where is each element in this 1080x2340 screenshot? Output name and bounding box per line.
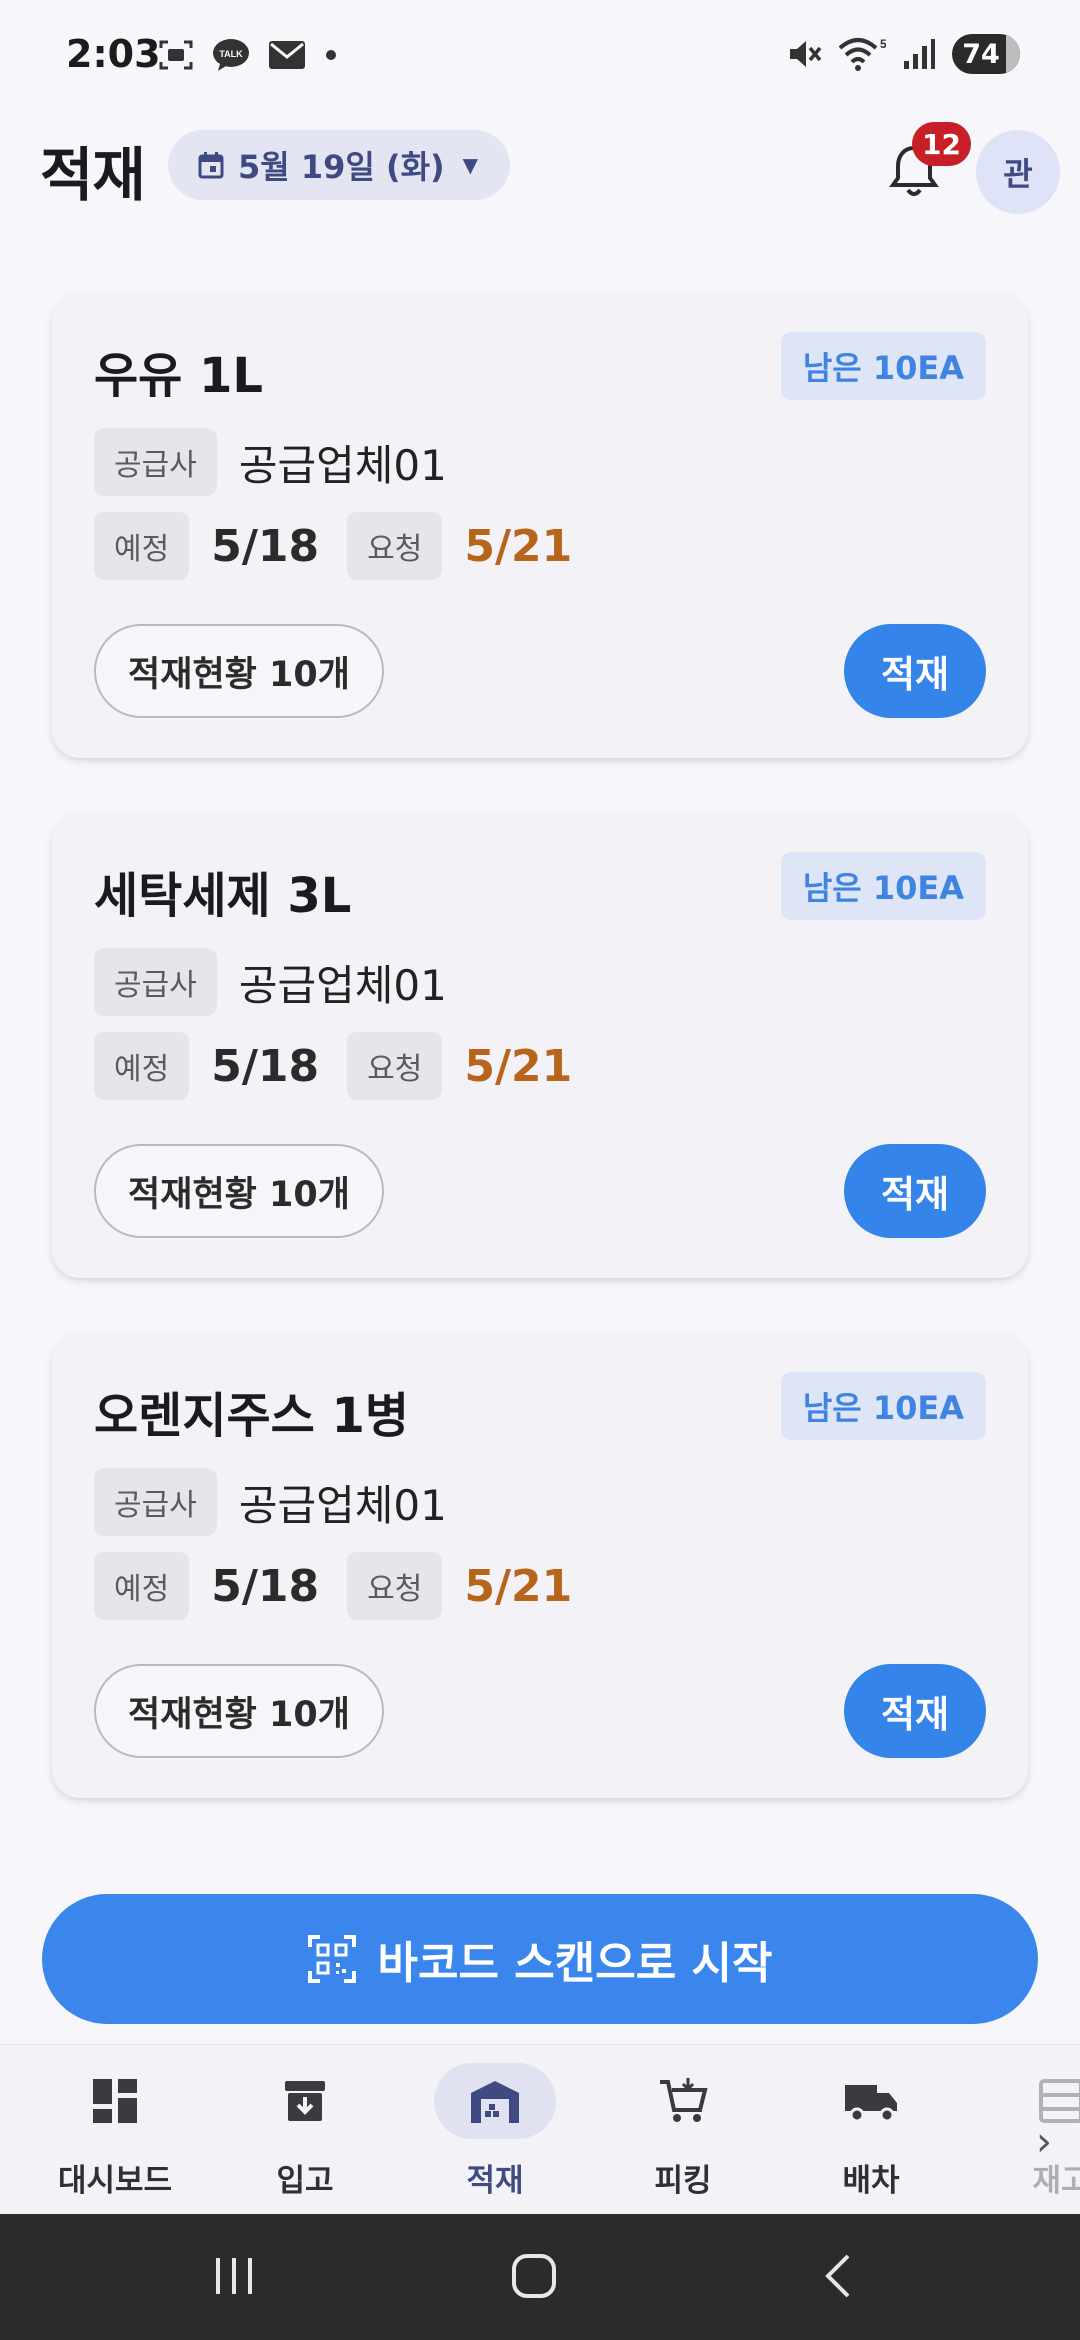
date-selector[interactable]: 5월 19일 (화) ▼ bbox=[168, 130, 510, 200]
qr-code-icon bbox=[307, 1935, 356, 1983]
remain-badge: 남은 10EA bbox=[780, 1372, 986, 1440]
load-button[interactable]: 적재 bbox=[844, 1144, 986, 1238]
item-name: 세탁세제 3L bbox=[94, 868, 352, 924]
inventory-icon bbox=[1039, 2079, 1080, 2123]
load-button[interactable]: 적재 bbox=[844, 624, 986, 718]
barcode-scan-button[interactable]: 바코드 스캔으로 시작 bbox=[42, 1894, 1038, 2024]
date-row: 예정 5/18 요청 5/21 bbox=[94, 512, 572, 580]
load-button[interactable]: 적재 bbox=[844, 1664, 986, 1758]
load-status-button[interactable]: 적재현황 10개 bbox=[94, 1664, 384, 1758]
dot-icon bbox=[326, 50, 336, 60]
supplier-row: 공급사 공급업체01 bbox=[94, 1468, 447, 1536]
nav-label: 적재 bbox=[466, 2163, 524, 2199]
barcode-scan-label: 바코드 스캔으로 시작 bbox=[377, 1938, 773, 1989]
request-tag: 요청 bbox=[347, 1552, 443, 1620]
home-icon[interactable] bbox=[510, 2252, 558, 2300]
kakaotalk-icon: TALK bbox=[213, 39, 249, 71]
status-time: 2:03 bbox=[66, 32, 161, 76]
nav-item-picking[interactable]: 피킹 bbox=[588, 2045, 778, 2215]
scheduled-tag: 예정 bbox=[94, 1032, 190, 1100]
scheduled-tag: 예정 bbox=[94, 512, 190, 580]
nav-label: 피킹 bbox=[654, 2163, 712, 2199]
supplier-name: 공급업체01 bbox=[238, 440, 447, 490]
load-status-button[interactable]: 적재현황 10개 bbox=[94, 624, 384, 718]
date-row: 예정 5/18 요청 5/21 bbox=[94, 1552, 572, 1620]
cart-icon bbox=[660, 2078, 708, 2122]
supplier-name: 공급업체01 bbox=[238, 1480, 447, 1530]
date-label: 5월 19일 (화) bbox=[238, 148, 445, 186]
request-tag: 요청 bbox=[347, 1032, 443, 1100]
request-date: 5/21 bbox=[464, 520, 573, 572]
nav-item-loading[interactable]: 적재 bbox=[400, 2045, 590, 2215]
bottom-navigation: 대시보드 입고 적재 피킹 배차 재고 › bbox=[0, 2044, 1080, 2214]
date-row: 예정 5/18 요청 5/21 bbox=[94, 1032, 572, 1100]
request-tag: 요청 bbox=[347, 512, 443, 580]
mail-icon bbox=[269, 41, 305, 69]
status-left-icons: TALK bbox=[158, 38, 338, 72]
load-status-button[interactable]: 적재현황 10개 bbox=[94, 1144, 384, 1238]
truck-icon bbox=[845, 2085, 897, 2123]
warehouse-icon bbox=[471, 2081, 519, 2123]
page-title: 적재 bbox=[40, 141, 146, 209]
wifi-icon: 5 bbox=[838, 37, 886, 71]
supplier-tag: 공급사 bbox=[94, 1468, 217, 1536]
item-name: 오렌지주스 1병 bbox=[94, 1388, 410, 1444]
item-card: 세탁세제 3L 남은 10EA 공급사 공급업체01 예정 5/18 요청 5/… bbox=[52, 814, 1028, 1278]
supplier-row: 공급사 공급업체01 bbox=[94, 948, 447, 1016]
nav-item-inventory[interactable]: 재고 bbox=[966, 2045, 1080, 2215]
remain-badge: 남은 10EA bbox=[780, 852, 986, 920]
nav-item-inbound[interactable]: 입고 bbox=[210, 2045, 400, 2215]
inbox-icon bbox=[285, 2081, 325, 2121]
supplier-name: 공급업체01 bbox=[238, 960, 447, 1010]
system-navigation-bar bbox=[0, 2214, 1080, 2340]
chevron-down-icon: ▼ bbox=[462, 153, 479, 177]
battery-level: 74 bbox=[962, 38, 1000, 70]
item-name: 우유 1L bbox=[94, 348, 264, 404]
scheduled-date: 5/18 bbox=[211, 520, 320, 572]
nav-label: 재고 bbox=[1032, 2163, 1080, 2199]
nav-label: 배차 bbox=[842, 2163, 900, 2199]
back-icon[interactable] bbox=[818, 2252, 858, 2300]
request-date: 5/21 bbox=[464, 1560, 573, 1612]
recent-apps-icon[interactable] bbox=[212, 2252, 256, 2300]
status-right-icons: 5 74 bbox=[786, 34, 1020, 74]
battery-icon: 74 bbox=[952, 34, 1020, 74]
remain-badge: 남은 10EA bbox=[780, 332, 986, 400]
chevron-right-icon[interactable]: › bbox=[1036, 2119, 1052, 2165]
supplier-row: 공급사 공급업체01 bbox=[94, 428, 447, 496]
svg-text:5: 5 bbox=[880, 37, 886, 51]
scheduled-tag: 예정 bbox=[94, 1552, 190, 1620]
notification-badge: 12 bbox=[912, 122, 971, 166]
avatar[interactable]: 관 bbox=[976, 130, 1060, 214]
mute-icon bbox=[790, 41, 822, 67]
signal-icon bbox=[904, 39, 935, 69]
nav-item-dispatch[interactable]: 배차 bbox=[776, 2045, 966, 2215]
nav-label: 입고 bbox=[276, 2163, 334, 2199]
item-card: 우유 1L 남은 10EA 공급사 공급업체01 예정 5/18 요청 5/21… bbox=[52, 294, 1028, 758]
status-bar: 2:03 TALK 5 74 bbox=[0, 0, 1080, 120]
nav-label: 대시보드 bbox=[57, 2163, 173, 2199]
supplier-tag: 공급사 bbox=[94, 428, 217, 496]
svg-text:TALK: TALK bbox=[219, 49, 243, 59]
scheduled-date: 5/18 bbox=[211, 1560, 320, 1612]
scheduled-date: 5/18 bbox=[211, 1040, 320, 1092]
item-card: 오렌지주스 1병 남은 10EA 공급사 공급업체01 예정 5/18 요청 5… bbox=[52, 1334, 1028, 1798]
nav-item-dashboard[interactable]: 대시보드 bbox=[20, 2045, 210, 2215]
app-header: 적재 5월 19일 (화) ▼ 12 관 bbox=[0, 120, 1080, 220]
request-date: 5/21 bbox=[464, 1040, 573, 1092]
dashboard-icon bbox=[93, 2079, 137, 2123]
calendar-icon bbox=[198, 152, 224, 179]
supplier-tag: 공급사 bbox=[94, 948, 217, 1016]
screen-capture-icon bbox=[159, 40, 193, 70]
